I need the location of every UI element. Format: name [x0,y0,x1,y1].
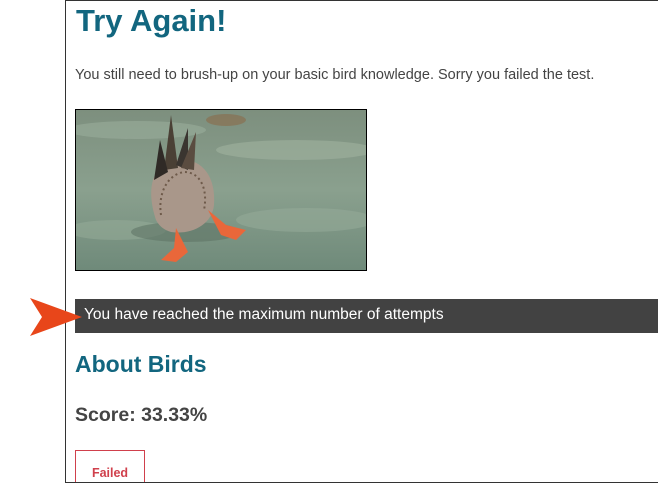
result-message: You still need to brush-up on your basic… [75,67,595,83]
result-heading: Try Again! [76,3,227,38]
duck-photo [75,109,367,271]
status-badge: Failed [75,450,145,482]
section-title: About Birds [75,351,207,377]
max-attempts-notice: You have reached the maximum number of a… [75,299,658,333]
notice-text: You have reached the maximum number of a… [84,306,444,323]
pointer-arrow-icon [30,298,82,336]
status-label: Failed [91,466,129,480]
score-value: Score: 33.33% [75,404,208,426]
quiz-result-panel: Try Again! You still need to brush-up on… [65,0,658,483]
